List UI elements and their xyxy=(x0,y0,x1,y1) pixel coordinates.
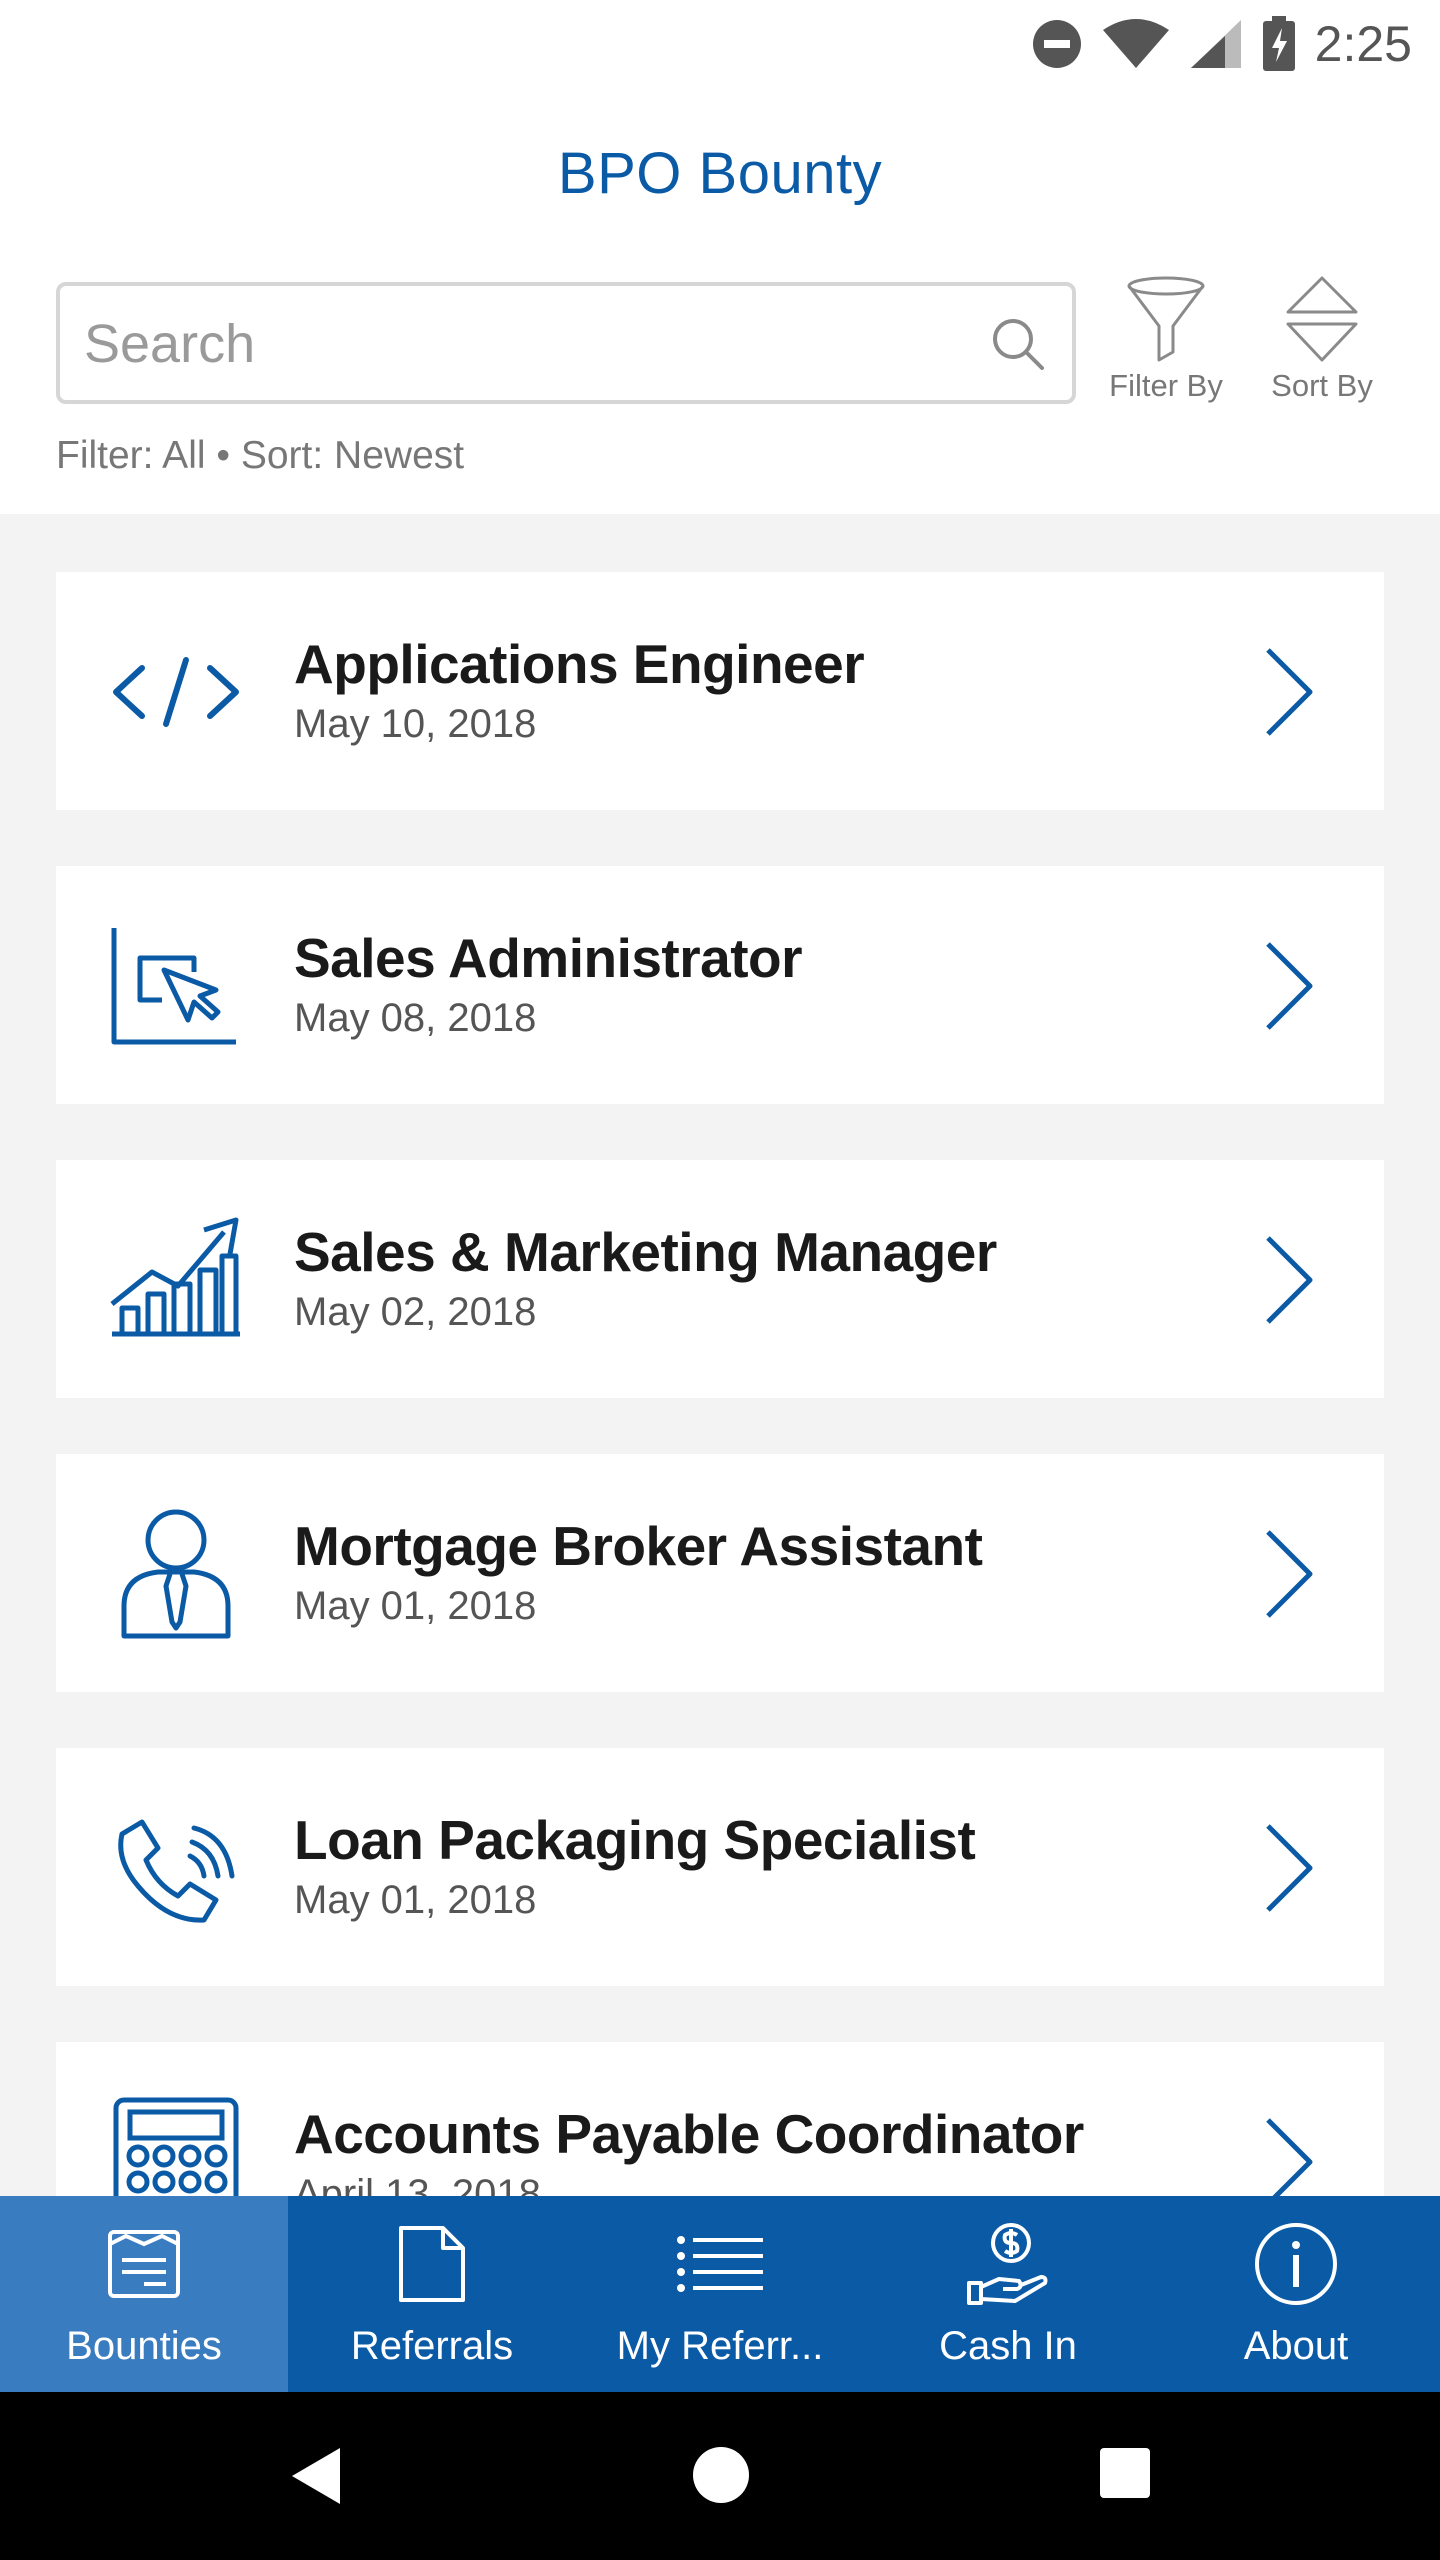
bounty-card[interactable]: Sales Administrator May 08, 2018 xyxy=(56,866,1384,1104)
nav-label: Referrals xyxy=(350,2324,514,2368)
bounty-card[interactable]: Mortgage Broker Assistant May 01, 2018 xyxy=(56,1454,1384,1692)
battery-charging-icon xyxy=(1261,16,1297,72)
bounty-card[interactable]: Accounts Payable Coordinator April 13, 2… xyxy=(56,2042,1384,2196)
system-nav-bar xyxy=(0,2392,1440,2560)
bounty-date: May 02, 2018 xyxy=(294,1290,537,1334)
cell-signal-icon xyxy=(1189,18,1243,70)
bounties-icon xyxy=(0,2216,288,2312)
chevron-right-icon[interactable] xyxy=(1264,1822,1314,1919)
wifi-icon xyxy=(1101,18,1171,70)
chevron-right-icon[interactable] xyxy=(1264,1528,1314,1625)
nav-label: My Referr... xyxy=(616,2324,824,2368)
recents-icon[interactable] xyxy=(1098,2446,1152,2505)
person-tie-icon xyxy=(108,1506,244,1642)
sort-label: Sort By xyxy=(1271,368,1373,403)
nav-item-referrals[interactable]: Referrals xyxy=(288,2196,576,2392)
bounty-title: Mortgage Broker Assistant xyxy=(294,1515,983,1577)
bounty-title: Applications Engineer xyxy=(294,633,865,695)
nav-label: Bounties xyxy=(66,2324,222,2368)
bounty-title: Sales & Marketing Manager xyxy=(294,1221,997,1283)
list-icon xyxy=(576,2216,864,2312)
chevron-right-icon[interactable] xyxy=(1264,2116,1314,2196)
search-input[interactable] xyxy=(84,304,964,384)
bounty-date: May 01, 2018 xyxy=(294,1878,537,1922)
home-icon[interactable] xyxy=(692,2446,750,2509)
bounty-card[interactable]: Sales & Marketing Manager May 02, 2018 xyxy=(56,1160,1384,1398)
back-icon[interactable] xyxy=(290,2446,342,2511)
search-box[interactable] xyxy=(56,282,1076,404)
cash-in-icon xyxy=(864,2216,1152,2312)
nav-label: Cash In xyxy=(939,2324,1077,2368)
sort-button[interactable]: Sort By xyxy=(1252,276,1392,416)
code-icon xyxy=(108,624,244,760)
nav-item-my-referrals[interactable]: My Referr... xyxy=(576,2196,864,2392)
bounty-title: Loan Packaging Specialist xyxy=(294,1809,976,1871)
bounty-title: Accounts Payable Coordinator xyxy=(294,2103,1084,2165)
phone-call-icon xyxy=(108,1800,244,1936)
growth-chart-icon xyxy=(108,1212,244,1348)
bounty-list[interactable]: Applications Engineer May 10, 2018 Sales… xyxy=(0,514,1440,2196)
calculator-icon xyxy=(108,2094,244,2196)
nav-item-about[interactable]: About xyxy=(1152,2196,1440,2392)
bounty-title: Sales Administrator xyxy=(294,927,803,989)
do-not-disturb-icon xyxy=(1031,18,1083,70)
nav-item-bounties[interactable]: Bounties xyxy=(0,2196,288,2392)
status-time: 2:25 xyxy=(1314,16,1412,72)
chevron-right-icon[interactable] xyxy=(1264,646,1314,743)
sort-icon xyxy=(1252,276,1392,364)
filter-label: Filter By xyxy=(1109,368,1223,403)
chevron-right-icon[interactable] xyxy=(1264,940,1314,1037)
document-icon xyxy=(288,2216,576,2312)
bounty-card[interactable]: Loan Packaging Specialist May 01, 2018 xyxy=(56,1748,1384,1986)
bounty-date: April 13, 2018 xyxy=(294,2172,541,2196)
bounty-date: May 10, 2018 xyxy=(294,702,537,746)
status-icons: 2:25 xyxy=(1031,12,1412,76)
chevron-right-icon[interactable] xyxy=(1264,1234,1314,1331)
nav-item-cash-in[interactable]: Cash In xyxy=(864,2196,1152,2392)
status-bar: 2:25 xyxy=(0,0,1440,88)
page-title: BPO Bounty xyxy=(557,141,883,206)
funnel-icon xyxy=(1096,276,1236,364)
filter-sort-status: Filter: All • Sort: Newest xyxy=(56,434,465,477)
bounty-date: May 01, 2018 xyxy=(294,1584,537,1628)
bounty-card[interactable]: Applications Engineer May 10, 2018 xyxy=(56,572,1384,810)
info-icon xyxy=(1152,2216,1440,2312)
bounty-date: May 08, 2018 xyxy=(294,996,537,1040)
cursor-screen-icon xyxy=(108,918,244,1054)
search-icon[interactable] xyxy=(990,316,1046,377)
nav-label: About xyxy=(1243,2324,1349,2368)
filter-button[interactable]: Filter By xyxy=(1096,276,1236,416)
bottom-nav: Bounties Referrals My Referr... Cash In … xyxy=(0,2196,1440,2392)
